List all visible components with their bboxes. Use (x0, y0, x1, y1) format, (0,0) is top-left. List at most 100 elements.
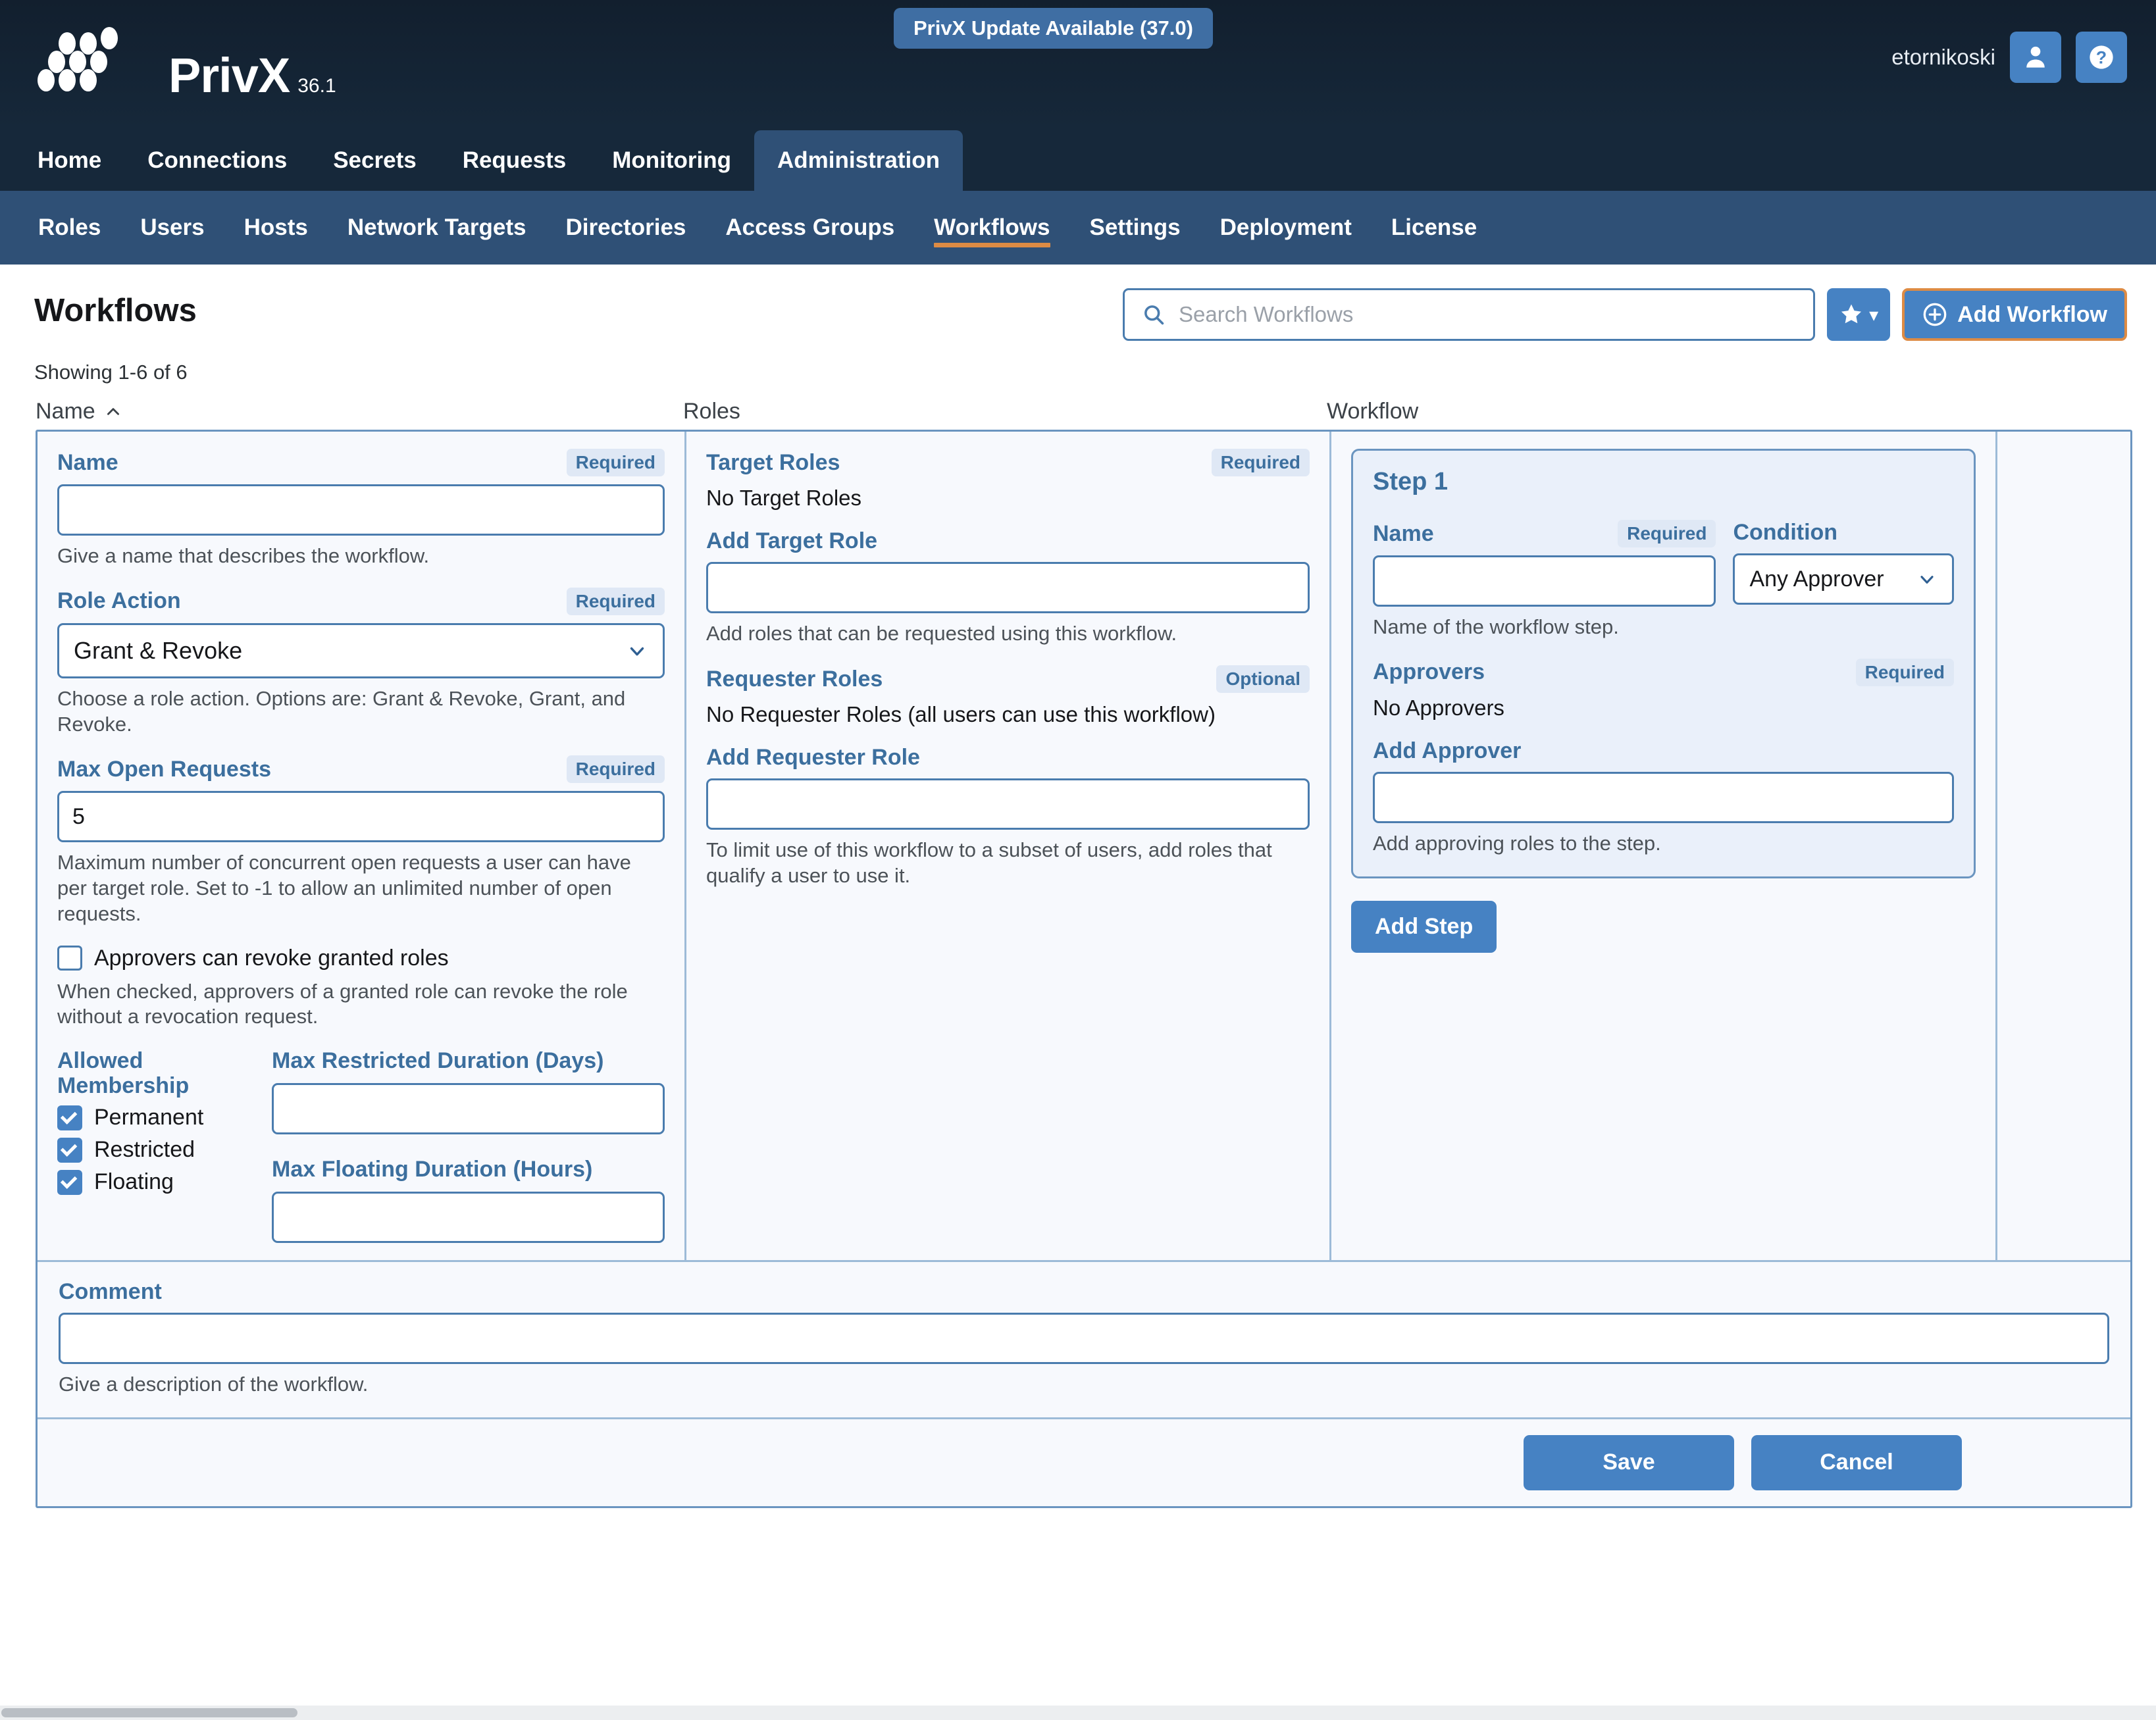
card-footer: Save Cancel (38, 1417, 2130, 1506)
role-action-selected-value: Grant & Revoke (74, 637, 242, 665)
add-target-role-input[interactable] (706, 562, 1310, 613)
horizontal-scrollbar[interactable] (0, 1706, 2156, 1720)
step-condition-select[interactable]: Any Approver (1733, 553, 1954, 605)
name-field-label-row: Name Required (57, 449, 665, 476)
max-restricted-duration-input[interactable] (272, 1083, 665, 1134)
add-workflow-button[interactable]: Add Workflow (1902, 288, 2127, 341)
step-name-condition-row: Name Required Condition Any Approver (1373, 520, 1954, 607)
requester-roles-label-row: Requester Roles Optional (706, 665, 1310, 693)
column-header-roles: Roles (683, 399, 1327, 424)
subnav-item-hosts[interactable]: Hosts (224, 191, 328, 265)
primary-nav: Home Connections Secrets Requests Monito… (0, 130, 2156, 191)
subnav-item-license[interactable]: License (1372, 191, 1497, 265)
comment-label-row: Comment (59, 1279, 2109, 1305)
restricted-checkbox[interactable] (57, 1138, 82, 1163)
nav-item-requests[interactable]: Requests (440, 130, 590, 191)
max-open-requests-required-badge: Required (567, 755, 665, 783)
search-box[interactable] (1123, 288, 1815, 341)
search-input[interactable] (1177, 301, 1796, 328)
column-header-workflow-label: Workflow (1327, 399, 1418, 424)
extra-column (1997, 432, 2130, 1260)
nav-item-connections[interactable]: Connections (124, 130, 310, 191)
subnav-item-access-groups[interactable]: Access Groups (706, 191, 914, 265)
question-mark-icon: ? (2086, 42, 2117, 72)
membership-option-permanent[interactable]: Permanent (57, 1105, 248, 1130)
add-target-role-label-row: Add Target Role (706, 528, 1310, 554)
comment-row: Comment Give a description of the workfl… (38, 1260, 2130, 1417)
approvers-revoke-checkbox-row[interactable]: Approvers can revoke granted roles (57, 946, 665, 971)
comment-input[interactable] (59, 1313, 2109, 1364)
add-approver-help-text: Add approving roles to the step. (1373, 831, 1954, 857)
logo-wordmark: PrivX (168, 51, 290, 100)
duration-fields: Max Restricted Duration (Days) Max Float… (272, 1048, 665, 1243)
horizontal-scrollbar-thumb[interactable] (1, 1708, 297, 1717)
favorites-button[interactable]: ▾ (1827, 288, 1890, 341)
add-step-button[interactable]: Add Step (1351, 901, 1497, 953)
step-name-required-badge: Required (1618, 520, 1716, 547)
logo-version: 36.1 (297, 75, 336, 97)
target-roles-label-row: Target Roles Required (706, 449, 1310, 476)
add-requester-role-input[interactable] (706, 778, 1310, 830)
help-button[interactable]: ? (2076, 32, 2127, 83)
requester-roles-label: Requester Roles (706, 667, 883, 692)
column-header-name[interactable]: Name (36, 399, 683, 424)
cancel-button[interactable]: Cancel (1751, 1435, 1962, 1490)
subnav-item-network-targets[interactable]: Network Targets (328, 191, 546, 265)
subnav-item-workflows[interactable]: Workflows (914, 191, 1069, 265)
name-field-label: Name (57, 450, 118, 476)
subnav-item-directories[interactable]: Directories (546, 191, 706, 265)
column-header-roles-label: Roles (683, 399, 740, 424)
subnav-item-roles[interactable]: Roles (18, 191, 120, 265)
user-menu-button[interactable] (2010, 32, 2061, 83)
role-action-label: Role Action (57, 588, 181, 614)
membership-option-restricted[interactable]: Restricted (57, 1137, 248, 1163)
target-roles-required-badge: Required (1212, 449, 1310, 476)
requester-roles-empty-text: No Requester Roles (all users can use th… (706, 701, 1310, 728)
workflow-edit-card: Name Required Give a name that describes… (36, 430, 2132, 1508)
add-step-wrapper: Add Step (1351, 901, 1976, 953)
add-workflow-label: Add Workflow (1957, 302, 2107, 328)
permanent-checkbox[interactable] (57, 1105, 82, 1130)
max-open-requests-help-text: Maximum number of concurrent open reques… (57, 850, 665, 926)
approvers-revoke-label: Approvers can revoke granted roles (94, 946, 449, 971)
subnav-item-users[interactable]: Users (120, 191, 224, 265)
comment-label: Comment (59, 1279, 162, 1305)
step-name-input[interactable] (1373, 555, 1716, 607)
approvers-revoke-help-text: When checked, approvers of a granted rol… (57, 979, 665, 1030)
max-floating-duration-input[interactable] (272, 1192, 665, 1243)
nav-item-home[interactable]: Home (14, 130, 124, 191)
add-target-role-label: Add Target Role (706, 528, 877, 554)
svg-text:?: ? (2096, 48, 2107, 68)
subnav-item-settings[interactable]: Settings (1070, 191, 1200, 265)
page-header: Workflows ▾ Add Workflow (0, 265, 2156, 357)
chevron-down-icon: ▾ (1869, 304, 1878, 326)
nav-item-secrets[interactable]: Secrets (310, 130, 439, 191)
role-action-help-text: Choose a role action. Options are: Grant… (57, 686, 665, 738)
step-name-field: Name Required (1373, 520, 1716, 607)
role-action-select[interactable]: Grant & Revoke (57, 623, 665, 678)
requester-roles-optional-badge: Optional (1216, 665, 1310, 693)
allowed-membership-label: Allowed Membership (57, 1048, 248, 1098)
approvers-label: Approvers (1373, 659, 1485, 685)
workflow-edit-columns: Name Required Give a name that describes… (38, 432, 2130, 1260)
add-approver-label: Add Approver (1373, 738, 1521, 764)
nav-item-monitoring[interactable]: Monitoring (589, 130, 754, 191)
approvers-revoke-checkbox[interactable] (57, 946, 82, 971)
floating-checkbox[interactable] (57, 1170, 82, 1195)
save-button[interactable]: Save (1524, 1435, 1734, 1490)
approvers-required-badge: Required (1856, 659, 1954, 686)
max-open-requests-input[interactable] (57, 791, 665, 842)
add-approver-label-row: Add Approver (1373, 738, 1954, 764)
step-condition-selected-value: Any Approver (1749, 567, 1884, 592)
update-available-badge[interactable]: PrivX Update Available (37.0) (894, 8, 1213, 49)
step-name-label: Name (1373, 521, 1434, 547)
nav-item-administration[interactable]: Administration (754, 130, 963, 191)
subnav-item-deployment[interactable]: Deployment (1200, 191, 1372, 265)
name-input[interactable] (57, 484, 665, 536)
step-name-label-row: Name Required (1373, 520, 1716, 547)
permanent-label: Permanent (94, 1105, 203, 1130)
membership-option-floating[interactable]: Floating (57, 1169, 248, 1195)
app-logo[interactable]: PrivX 36.1 (34, 26, 336, 100)
step-condition-field: Condition Any Approver (1733, 520, 1954, 607)
add-approver-input[interactable] (1373, 772, 1954, 823)
